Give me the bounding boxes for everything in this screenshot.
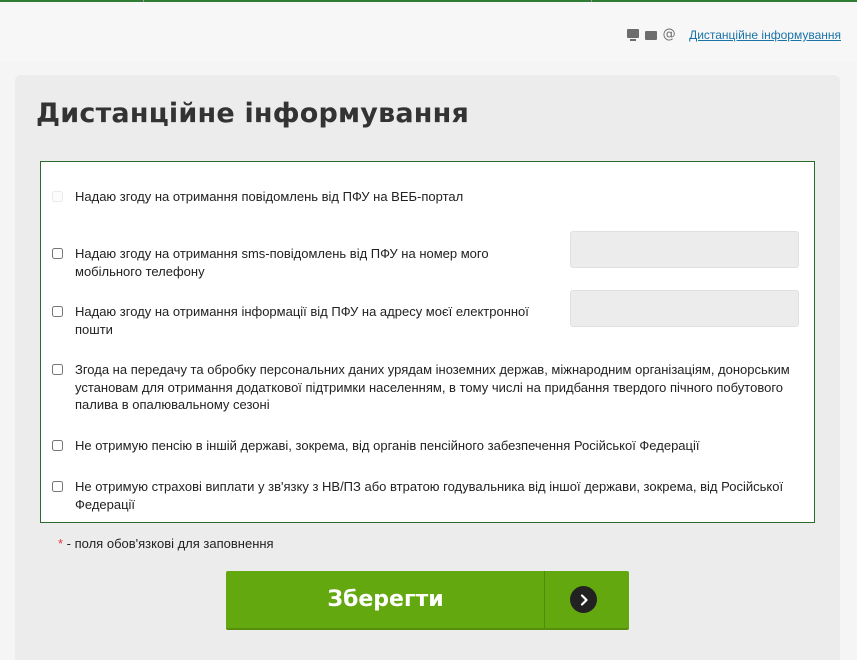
option-web-portal-checkbox — [52, 191, 63, 202]
mail-icon[interactable] — [644, 28, 658, 42]
option-label: Надаю згоду на отримання інформації від … — [75, 304, 529, 337]
option-label: Не отримую страхові виплати у зв'язку з … — [75, 479, 784, 512]
option-no-foreign-insurance[interactable]: Не отримую страхові виплати у зв'язку з … — [52, 478, 802, 513]
option-email[interactable]: Надаю згоду на отримання інформації від … — [52, 303, 532, 338]
option-email-checkbox[interactable] — [52, 306, 63, 317]
required-note-text: - поля обов'язкові для заповнення — [63, 536, 274, 551]
monitor-icon[interactable] — [626, 28, 640, 42]
option-label: Надаю згоду на отримання повідомлень від… — [75, 189, 464, 204]
chevron-right-icon — [570, 586, 597, 613]
option-no-foreign-pension-checkbox[interactable] — [52, 440, 63, 451]
top-links: @ Дистанційне інформування — [626, 28, 841, 42]
at-icon[interactable]: @ — [662, 28, 676, 42]
option-no-foreign-insurance-checkbox[interactable] — [52, 481, 63, 492]
page-title: Дистанційне інформування — [36, 98, 470, 129]
remote-info-link[interactable]: Дистанційне інформування — [689, 28, 841, 42]
option-no-foreign-pension[interactable]: Не отримую пенсію в іншій державі, зокре… — [52, 437, 802, 455]
option-sms-checkbox[interactable] — [52, 248, 63, 259]
phone-number-input[interactable] — [570, 231, 799, 268]
option-sms[interactable]: Надаю згоду на отримання sms-повідомлень… — [52, 245, 522, 280]
option-data-transfer[interactable]: Згода на передачу та обробку персональни… — [52, 361, 802, 414]
save-button-divider — [544, 571, 545, 628]
top-bar: @ Дистанційне інформування — [0, 2, 857, 62]
option-data-transfer-checkbox[interactable] — [52, 364, 63, 375]
email-input[interactable] — [570, 290, 799, 327]
save-button-label: Зберегти — [327, 587, 444, 612]
option-label: Не отримую пенсію в іншій державі, зокре… — [75, 438, 700, 453]
option-label: Надаю згоду на отримання sms-повідомлень… — [75, 246, 489, 279]
consent-options-box: Надаю згоду на отримання повідомлень від… — [40, 161, 815, 523]
save-button[interactable]: Зберегти — [226, 571, 629, 630]
required-fields-note: * - поля обов'язкові для заповнення — [58, 536, 274, 551]
option-web-portal[interactable]: Надаю згоду на отримання повідомлень від… — [52, 188, 552, 206]
option-label: Згода на передачу та обробку персональни… — [75, 362, 790, 412]
